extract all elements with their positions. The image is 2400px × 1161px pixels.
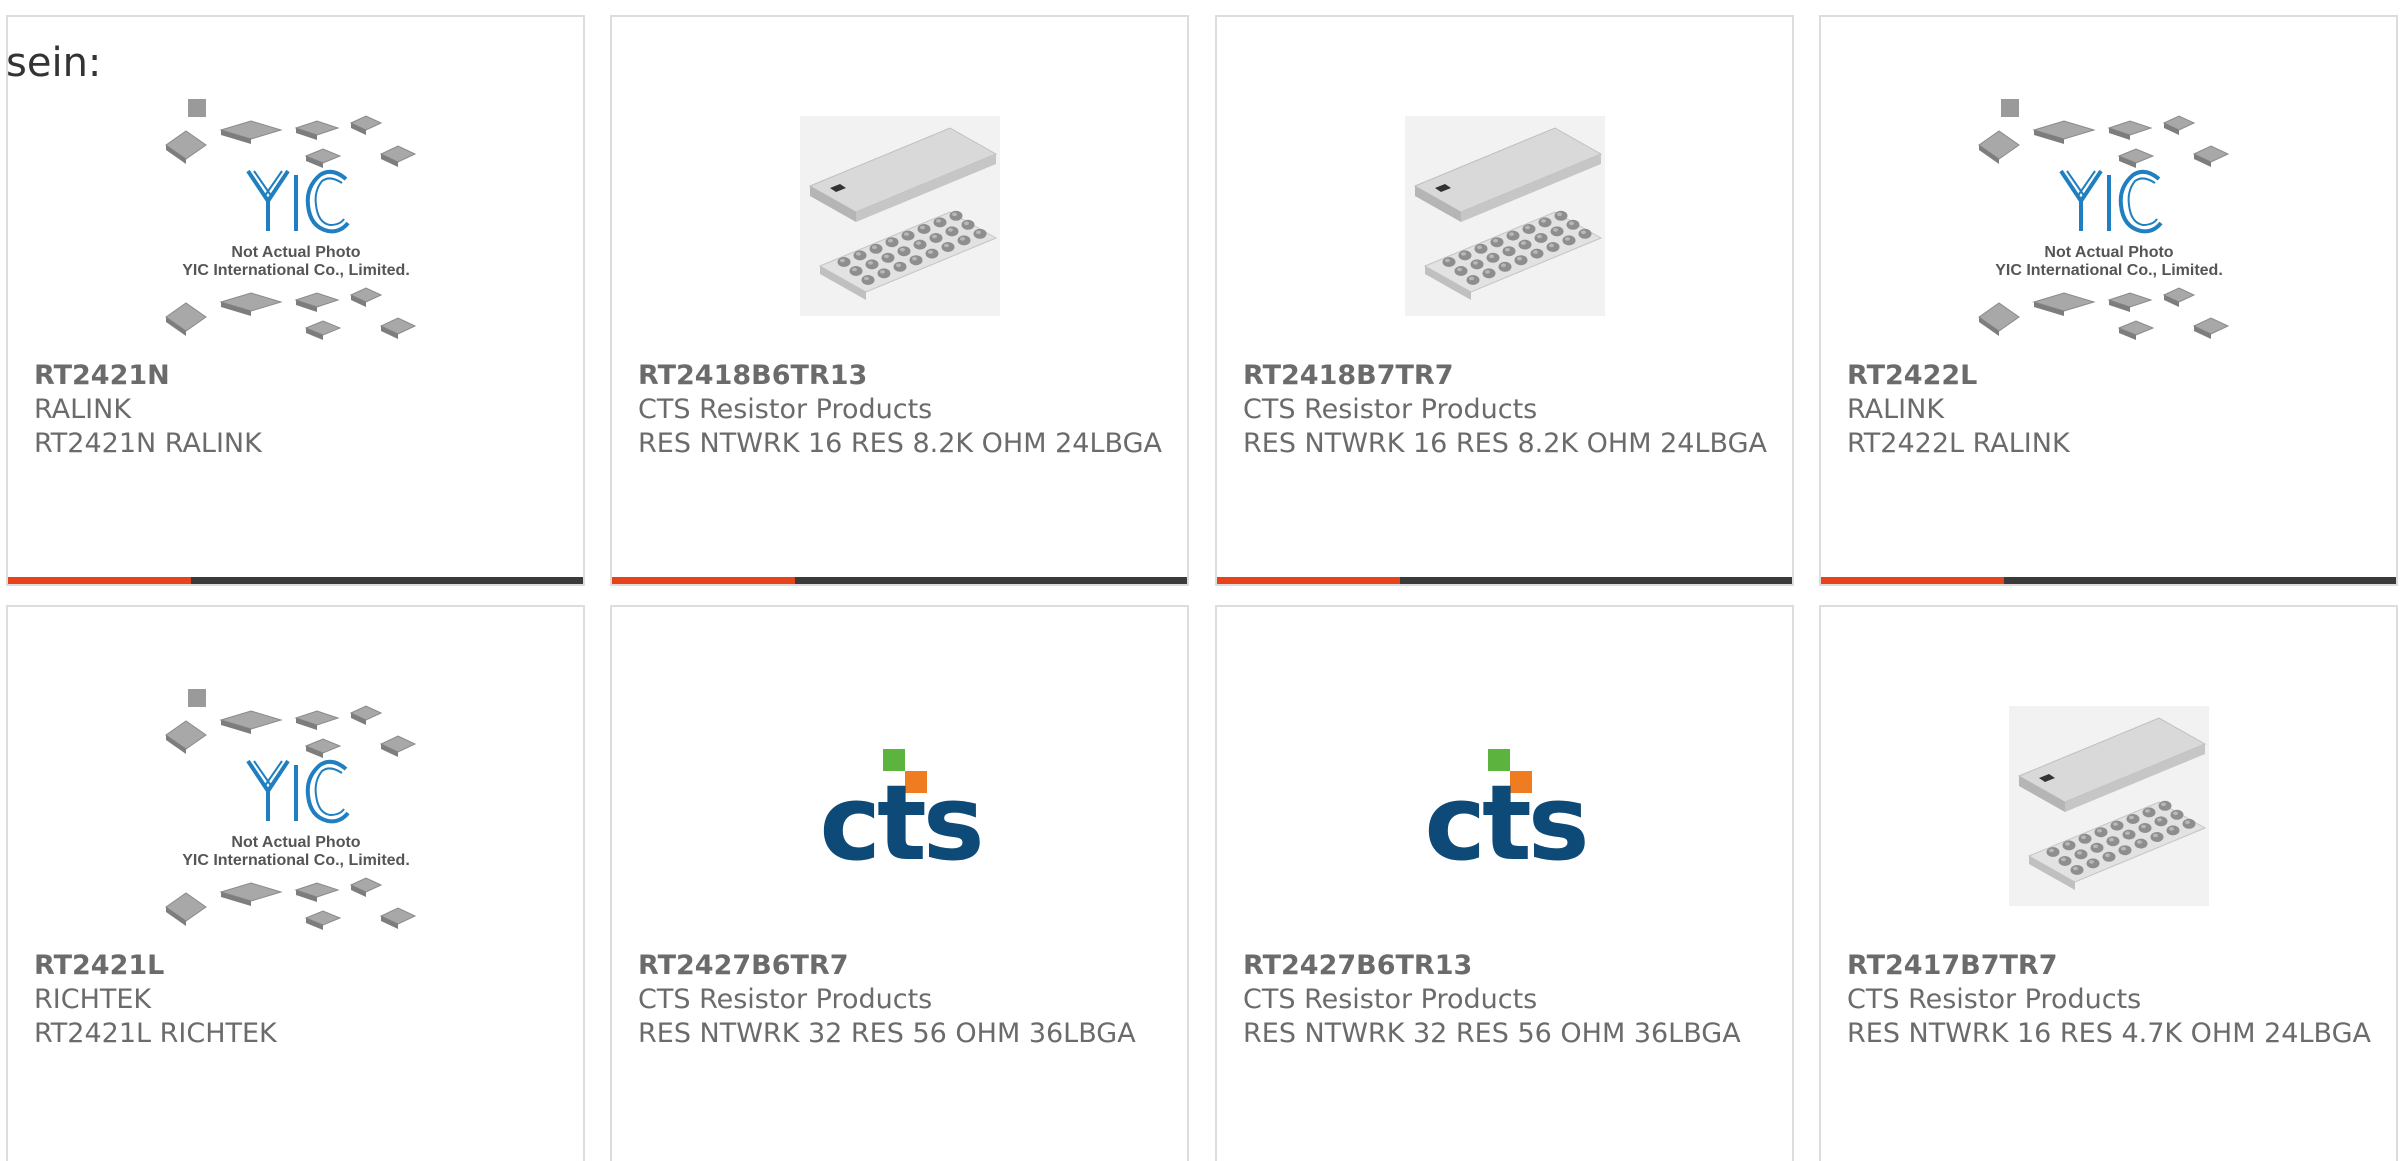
manufacturer-name: RICHTEK bbox=[34, 984, 152, 1015]
product-image[interactable]: Not Actual Photo YIC International Co., L… bbox=[8, 77, 583, 355]
product-info: RT2422L RALINK RT2422L RALINK bbox=[1847, 359, 2376, 461]
product-description: RT2421N RALINK bbox=[34, 428, 262, 459]
card-hover-accent bbox=[1821, 577, 2004, 584]
card-hover-accent bbox=[612, 577, 795, 584]
part-number-link[interactable]: RT2418B7TR7 bbox=[1243, 359, 1772, 393]
manufacturer-name: RALINK bbox=[1847, 394, 1945, 425]
product-info: RT2418B7TR7 CTS Resistor Products RES NT… bbox=[1243, 359, 1772, 461]
product-image[interactable]: cts bbox=[1217, 667, 1792, 945]
product-info: RT2427B6TR7 CTS Resistor Products RES NT… bbox=[638, 949, 1167, 1051]
manufacturer-name: CTS Resistor Products bbox=[1243, 984, 1538, 1015]
yic-placeholder-image: Not Actual PhotoYIC International Co., L… bbox=[164, 99, 416, 340]
product-description: RES NTWRK 32 RES 56 OHM 36LBGA bbox=[1243, 1018, 1741, 1049]
product-image[interactable] bbox=[612, 77, 1187, 355]
card-hover-bar bbox=[1821, 577, 2396, 584]
part-number-link[interactable]: RT2427B6TR13 bbox=[1243, 949, 1772, 983]
bga-package-image bbox=[2008, 706, 2209, 906]
bga-package-image bbox=[799, 116, 1000, 316]
product-image[interactable] bbox=[1217, 77, 1792, 355]
manufacturer-name: RALINK bbox=[34, 394, 132, 425]
manufacturer-name: CTS Resistor Products bbox=[1847, 984, 2142, 1015]
product-card[interactable]: Not Actual Photo YIC International Co., L… bbox=[1819, 15, 2398, 586]
part-number-link[interactable]: RT2427B6TR7 bbox=[638, 949, 1167, 983]
cts-logo: cts bbox=[819, 749, 984, 871]
product-info: RT2418B6TR13 CTS Resistor Products RES N… bbox=[638, 359, 1167, 461]
manufacturer-name: CTS Resistor Products bbox=[638, 984, 933, 1015]
card-hover-bar bbox=[612, 577, 1187, 584]
product-card[interactable]: RT2418B7TR7 CTS Resistor Products RES NT… bbox=[1215, 15, 1794, 586]
card-hover-bar bbox=[1217, 577, 1792, 584]
product-card[interactable]: Not Actual Photo YIC International Co., L… bbox=[6, 15, 585, 586]
product-description: RES NTWRK 32 RES 56 OHM 36LBGA bbox=[638, 1018, 1136, 1049]
cts-logo-text: cts bbox=[819, 762, 980, 871]
product-description: RT2421L RICHTEK bbox=[34, 1018, 277, 1049]
placeholder-caption-1: Not Actual Photo bbox=[231, 244, 360, 261]
product-info: RT2421L RICHTEK RT2421L RICHTEK bbox=[34, 949, 563, 1051]
card-hover-accent bbox=[1217, 577, 1400, 584]
intro-text: sein: bbox=[6, 40, 102, 86]
product-grid: Not Actual Photo YIC International Co., L… bbox=[0, 0, 2400, 1161]
part-number-link[interactable]: RT2418B6TR13 bbox=[638, 359, 1167, 393]
product-description: RES NTWRK 16 RES 4.7K OHM 24LBGA bbox=[1847, 1018, 2371, 1049]
yic-placeholder-image: Not Actual PhotoYIC International Co., L… bbox=[1977, 99, 2229, 340]
placeholder-caption-2: YIC International Co., Limited. bbox=[182, 852, 410, 869]
manufacturer-name: CTS Resistor Products bbox=[638, 394, 933, 425]
card-hover-bar bbox=[8, 577, 583, 584]
product-image[interactable]: cts bbox=[612, 667, 1187, 945]
product-info: RT2417B7TR7 CTS Resistor Products RES NT… bbox=[1847, 949, 2376, 1051]
placeholder-caption-1: Not Actual Photo bbox=[231, 834, 360, 851]
product-card[interactable]: cts RT2427B6TR13 CTS Resistor Products R… bbox=[1215, 605, 1794, 1161]
part-number-link[interactable]: RT2417B7TR7 bbox=[1847, 949, 2376, 983]
product-info: RT2427B6TR13 CTS Resistor Products RES N… bbox=[1243, 949, 1772, 1051]
product-card[interactable]: cts RT2427B6TR7 CTS Resistor Products RE… bbox=[610, 605, 1189, 1161]
product-card[interactable]: Not Actual Photo YIC International Co., L… bbox=[6, 605, 585, 1161]
product-info: RT2421N RALINK RT2421N RALINK bbox=[34, 359, 563, 461]
product-card[interactable]: RT2417B7TR7 CTS Resistor Products RES NT… bbox=[1819, 605, 2398, 1161]
bga-package-image bbox=[1404, 116, 1605, 316]
card-hover-accent bbox=[8, 577, 191, 584]
manufacturer-name: CTS Resistor Products bbox=[1243, 394, 1538, 425]
part-number-link[interactable]: RT2421N bbox=[34, 359, 563, 393]
part-number-link[interactable]: RT2422L bbox=[1847, 359, 2376, 393]
product-image[interactable] bbox=[1821, 667, 2396, 945]
cts-logo: cts bbox=[1424, 749, 1589, 871]
placeholder-caption-2: YIC International Co., Limited. bbox=[182, 262, 410, 279]
placeholder-caption-1: Not Actual Photo bbox=[2044, 244, 2173, 261]
cts-logo-text: cts bbox=[1424, 762, 1585, 871]
product-image[interactable]: Not Actual Photo YIC International Co., L… bbox=[8, 667, 583, 945]
part-number-link[interactable]: RT2421L bbox=[34, 949, 563, 983]
product-description: RT2422L RALINK bbox=[1847, 428, 2070, 459]
product-image[interactable]: Not Actual Photo YIC International Co., L… bbox=[1821, 77, 2396, 355]
placeholder-caption-2: YIC International Co., Limited. bbox=[1995, 262, 2223, 279]
product-description: RES NTWRK 16 RES 8.2K OHM 24LBGA bbox=[638, 428, 1162, 459]
product-description: RES NTWRK 16 RES 8.2K OHM 24LBGA bbox=[1243, 428, 1767, 459]
product-card[interactable]: RT2418B6TR13 CTS Resistor Products RES N… bbox=[610, 15, 1189, 586]
yic-placeholder-image: Not Actual PhotoYIC International Co., L… bbox=[164, 689, 416, 930]
